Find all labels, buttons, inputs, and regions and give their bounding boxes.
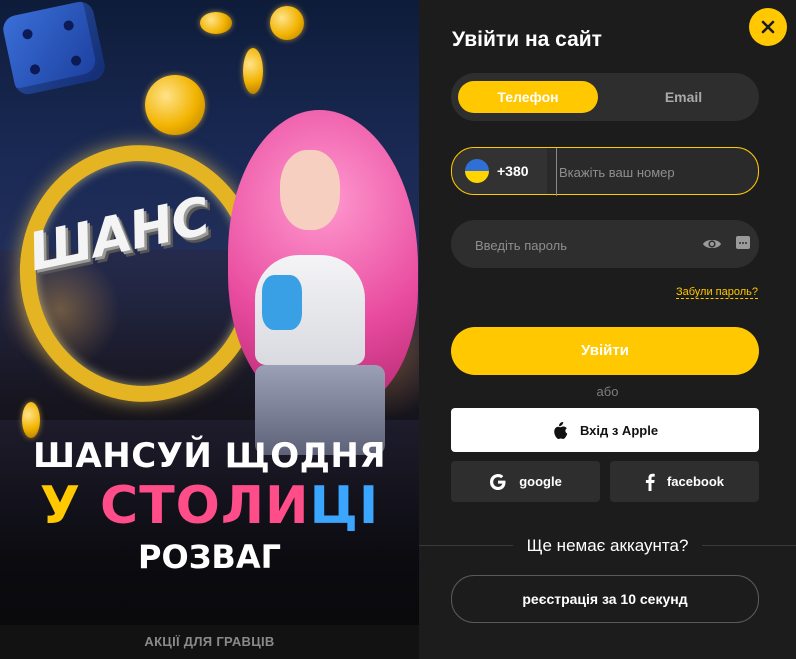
login-title: Увійти на сайт [452,28,602,51]
phone-field: +380 [451,147,759,196]
country-code: +380 [497,163,529,179]
no-account-label: Ще немає аккаунта? [512,536,703,555]
google-login-label: google [519,474,562,489]
password-input[interactable] [473,220,697,270]
coin-image [145,75,205,135]
facebook-login-label: facebook [666,474,725,489]
close-button[interactable] [749,8,787,46]
forgot-password-link[interactable]: Забули пароль? [675,286,758,299]
tab-email[interactable]: Email [621,81,746,113]
coin-image [22,402,40,438]
apple-login-button[interactable]: Вхід з Apple [451,408,759,452]
promo-headline-2-part-3: ЦІ [309,476,380,536]
facebook-icon [645,473,655,491]
promo-headline-2-part-2: СТОЛИ [100,476,310,536]
tab-phone[interactable]: Телефон [458,81,598,113]
coin-image [200,12,232,34]
promo-headline-3: РОЗВАГ [138,538,281,576]
character-top [262,275,302,330]
coin-image [243,48,263,94]
promo-headline-2-part-1: У [39,476,101,536]
google-icon [490,473,506,490]
login-panel: Увійти на сайт Телефон Email +380 Забули… [419,0,796,659]
login-button[interactable]: Увійти [451,327,759,375]
password-manager-icon[interactable] [736,236,750,249]
country-code-selector[interactable]: +380 [452,148,547,194]
coin-image [270,6,304,40]
apple-login-label: Вхід з Apple [579,422,659,438]
register-button[interactable]: реєстрація за 10 секунд [451,575,759,623]
character-face [280,150,340,230]
promotions-link[interactable]: АКЦІЇ ДЛЯ ГРАВЦІВ [0,625,419,659]
ukraine-flag-icon [465,159,489,183]
dice-image [0,0,108,97]
facebook-login-button[interactable]: facebook [610,461,759,502]
google-login-button[interactable]: google [451,461,600,502]
apple-icon [554,421,568,439]
promo-headline-2: У СТОЛИЦІ [0,476,419,536]
close-icon [761,20,775,34]
or-separator: або [596,384,619,399]
promo-banner: ШАНС ШАНСУЙ ЩОДНЯ У СТОЛИЦІ РОЗВАГ АКЦІЇ… [0,0,419,659]
no-account-text: Ще немає аккаунта? [419,536,796,556]
login-method-tabs: Телефон Email [451,73,759,121]
eye-icon[interactable] [702,234,722,254]
phone-input[interactable] [556,148,751,196]
password-field [451,220,759,270]
promo-headline-1: ШАНСУЙ ЩОДНЯ [32,436,387,476]
